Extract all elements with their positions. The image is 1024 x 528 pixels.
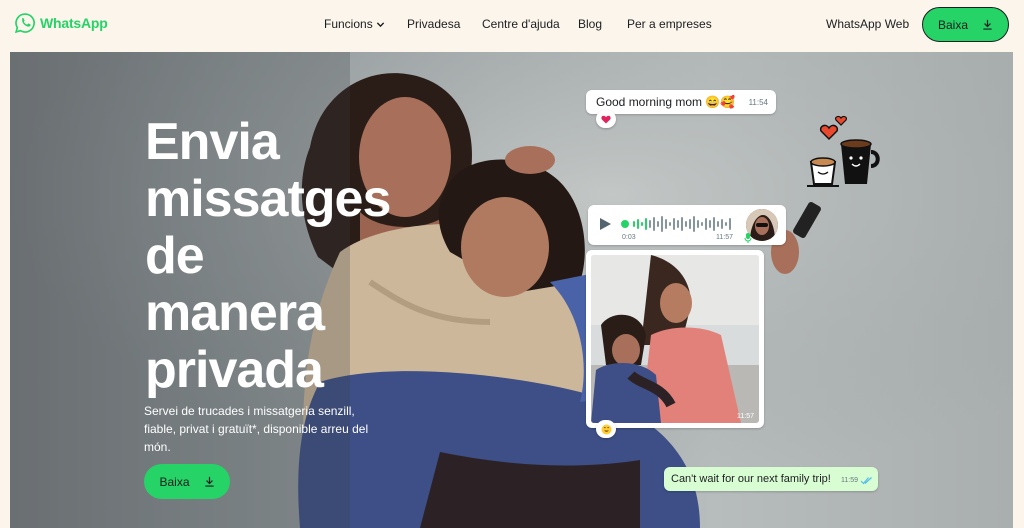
hero-title-line: privada	[145, 341, 324, 399]
chat-bubble-outgoing: Can't wait for our next family trip! 11:…	[664, 467, 878, 491]
hero-title-line: manera	[145, 284, 325, 342]
hero-title-line: de	[145, 227, 205, 285]
double-check-icon	[860, 477, 872, 485]
download-label: Baixa	[159, 474, 190, 489]
shared-photo	[591, 255, 759, 423]
message-text: Good morning mom 😄🥰	[596, 95, 736, 109]
download-label: Baixa	[937, 17, 969, 32]
chevron-down-icon	[376, 21, 384, 27]
header-download-button[interactable]: Baixa	[922, 7, 1009, 42]
chat-bubble-incoming: Good morning mom 😄🥰 11:54	[586, 90, 776, 114]
nav-item-empreses[interactable]: Per a empreses	[627, 17, 712, 31]
coffee-cups-sticker	[807, 115, 880, 187]
download-icon	[983, 19, 992, 30]
whatsapp-logo-icon	[14, 13, 35, 34]
message-time: 11:59	[841, 477, 858, 484]
hero-title-line: Envia	[145, 113, 280, 171]
hero-download-button[interactable]: Baixa	[144, 464, 230, 499]
hero-subtitle: Servei de trucades i missatgeria senzill…	[144, 404, 369, 454]
hero-title-line: missatges	[145, 170, 391, 228]
nav-item-funcions[interactable]: Funcions	[324, 17, 385, 31]
hero-section: Envia missatges de manera privada Servei…	[10, 52, 1013, 528]
play-icon[interactable]	[598, 217, 612, 231]
photo-message-bubble[interactable]: 11:57	[586, 250, 764, 428]
site-header: WhatsApp Funcions Privadesa Centre d'aju…	[0, 0, 1024, 50]
brand-name: WhatsApp	[40, 15, 108, 31]
nav-item-centre-ajuda[interactable]: Centre d'ajuda	[482, 17, 560, 31]
whatsapp-logo[interactable]: WhatsApp	[14, 12, 108, 34]
reaction-badge	[596, 110, 616, 128]
nav-item-privadesa[interactable]: Privadesa	[407, 17, 460, 31]
voice-elapsed: 0:03	[622, 234, 636, 241]
message-time: 11:54	[748, 98, 768, 107]
voice-message-bubble: 0:03 11:57	[588, 205, 786, 245]
heart-icon	[601, 115, 611, 123]
reaction-badge	[596, 420, 616, 438]
microphone-icon	[744, 233, 752, 243]
smile-emoji-icon	[601, 424, 611, 434]
audio-waveform[interactable]	[620, 215, 738, 233]
whatsapp-web-link[interactable]: WhatsApp Web	[826, 17, 909, 31]
nav-item-label: Funcions	[324, 17, 373, 31]
message-text: Can't wait for our next family trip!	[671, 473, 831, 485]
photo-time: 11:57	[737, 413, 754, 420]
voice-time: 11:57	[716, 234, 733, 241]
nav-item-blog[interactable]: Blog	[578, 17, 602, 31]
download-icon	[204, 476, 214, 487]
hero-title: Envia missatges de manera privada	[145, 114, 405, 399]
